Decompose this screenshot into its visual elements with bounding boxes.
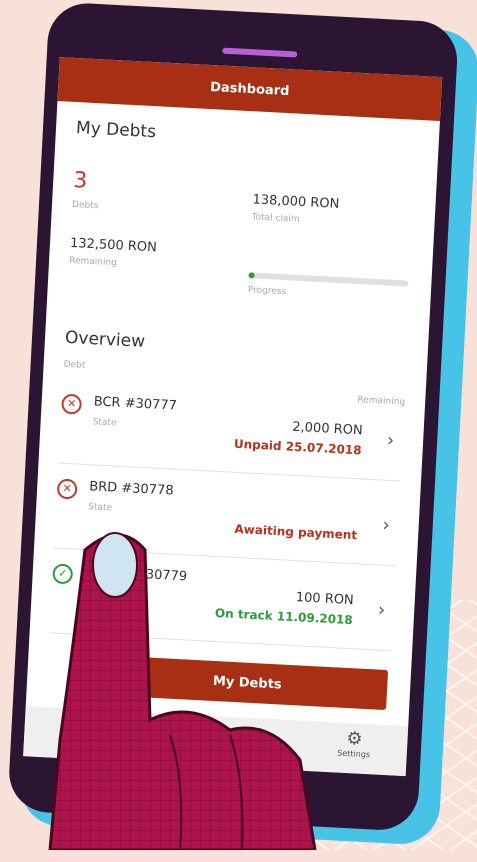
pointing-hand-illustration [48,532,317,850]
column-debt-label: Debt [63,359,86,371]
chevron-right-icon[interactable]: › [382,515,390,536]
page-title: Dashboard [209,79,290,99]
remaining-label: Remaining [68,255,118,269]
total-claim-value: 138,000 RON [252,192,340,212]
debts-count: 3 [72,167,88,194]
progress-label: Progress [247,285,287,298]
debt-status: Unpaid 25.07.2018 [233,436,362,458]
debt-state-label: State [92,417,117,429]
tab-settings[interactable]: ⚙ Settings [323,727,384,760]
debt-state-label: State [87,502,113,514]
x-circle-icon: ✕ [61,393,83,415]
debt-amount: 2,000 RON [291,419,363,439]
x-circle-icon: ✕ [56,478,78,500]
debts-count-label: Debts [71,199,99,212]
my-debts-heading: My Debts [75,118,157,143]
phone-speaker [222,47,298,58]
app-bar: Dashboard [57,57,443,122]
debt-title: BRD #30778 [88,479,174,499]
chevron-right-icon[interactable]: › [386,430,394,451]
total-claim-label: Total claim [251,212,300,225]
overview-heading: Overview [64,327,146,352]
tab-label: Settings [337,748,371,760]
chevron-right-icon[interactable]: › [377,599,385,620]
remaining-value: 132,500 RON [69,235,158,256]
debt-title: BCR #30777 [93,394,178,414]
progress-fill [248,272,256,279]
progress-bar [248,272,409,287]
